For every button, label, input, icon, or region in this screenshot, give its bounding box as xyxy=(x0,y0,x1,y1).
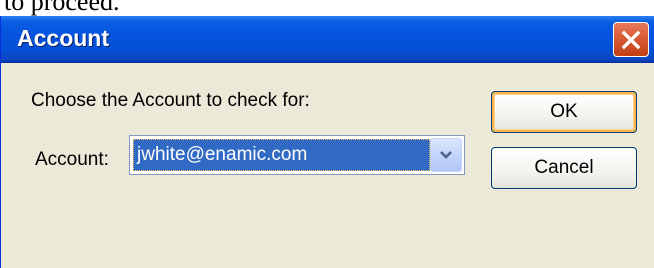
close-button[interactable] xyxy=(613,22,649,57)
dropdown-button[interactable] xyxy=(430,138,462,172)
account-dialog: Account Choose the Account to check for:… xyxy=(0,16,654,268)
dialog-title: Account xyxy=(17,25,109,51)
chevron-down-icon xyxy=(440,151,452,159)
ok-button[interactable]: OK xyxy=(491,91,637,133)
dialog-prompt: Choose the Account to check for: xyxy=(31,90,310,111)
cancel-button[interactable]: Cancel xyxy=(491,147,637,189)
account-selected-value[interactable]: jwhite@enamic.com xyxy=(133,139,430,171)
title-bar[interactable]: Account xyxy=(1,16,654,63)
close-icon xyxy=(621,30,641,50)
account-label: Account: xyxy=(35,149,109,170)
background-document-text: to proceed. xyxy=(4,0,120,16)
account-select[interactable]: jwhite@enamic.com xyxy=(129,135,465,175)
